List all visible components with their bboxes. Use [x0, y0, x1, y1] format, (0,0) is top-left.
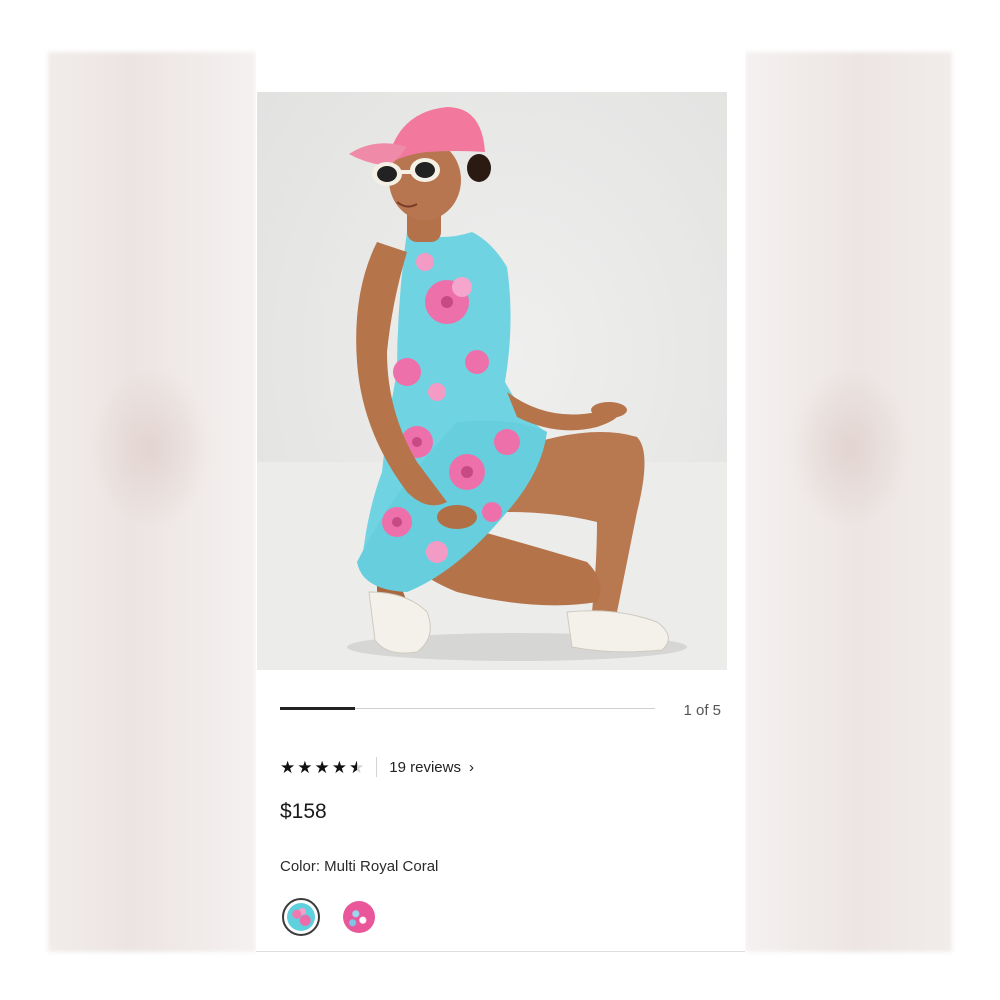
color-swatch-pink-print[interactable] [340, 898, 378, 936]
color-label: Color: Multi Royal Coral [280, 858, 439, 875]
star-full-icon: ★ [280, 757, 296, 777]
star-half-icon: ★★ [349, 757, 365, 777]
reviews-link[interactable]: 19 reviews › [389, 759, 474, 776]
card-divider [256, 951, 745, 952]
gallery-progress-track [280, 707, 655, 710]
rating-row: ★★★★★★ 19 reviews › [280, 756, 474, 778]
reviews-count: 19 reviews [389, 758, 461, 776]
swatch-pattern [343, 901, 375, 933]
model-illustration [257, 92, 727, 670]
image-counter: 1 of 5 [683, 702, 721, 719]
color-swatch-multi-royal-coral[interactable] [282, 898, 320, 936]
blurred-background-right [745, 52, 952, 952]
gallery-progress-fill [280, 707, 355, 710]
rating-divider [376, 757, 378, 777]
swatch-pattern [287, 903, 315, 931]
star-full-icon: ★ [314, 757, 330, 777]
product-image[interactable] [257, 92, 727, 670]
star-full-icon: ★ [297, 757, 313, 777]
star-full-icon: ★ [331, 757, 347, 777]
product-card: 1 of 5 ★★★★★★ 19 reviews › $158 Color: M… [256, 52, 745, 952]
blurred-background-left [48, 52, 256, 952]
product-price: $158 [280, 800, 327, 823]
chevron-right-icon: › [468, 758, 474, 776]
star-rating: ★★★★★★ [280, 759, 366, 776]
